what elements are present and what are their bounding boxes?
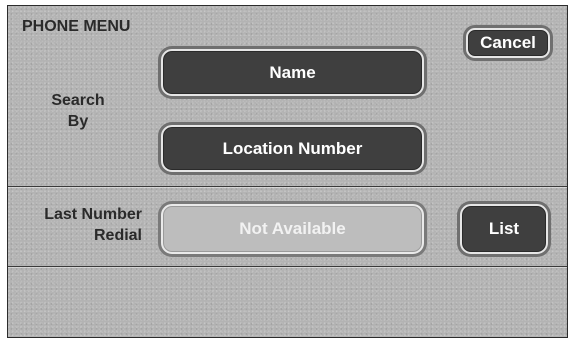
phone-menu-screen: PHONE MENU Cancel Search By Name Locatio… [7,5,568,338]
redial-label-line1: Last Number [44,206,142,223]
section-divider [8,186,567,187]
last-number-redial-label: Last Number Redial [10,204,142,246]
redial-label-line2: Redial [93,227,142,244]
search-name-button[interactable]: Name [161,49,424,96]
cancel-button[interactable]: Cancel [466,28,550,58]
search-by-label: Search By [38,90,118,132]
section-divider-bottom [8,266,567,267]
search-by-label-line2: By [67,113,89,130]
redial-not-available-button: Not Available [161,204,424,254]
page-title: PHONE MENU [22,18,131,35]
search-by-label-line1: Search [51,92,105,109]
search-location-number-button[interactable]: Location Number [161,125,424,172]
list-button[interactable]: List [460,204,548,254]
